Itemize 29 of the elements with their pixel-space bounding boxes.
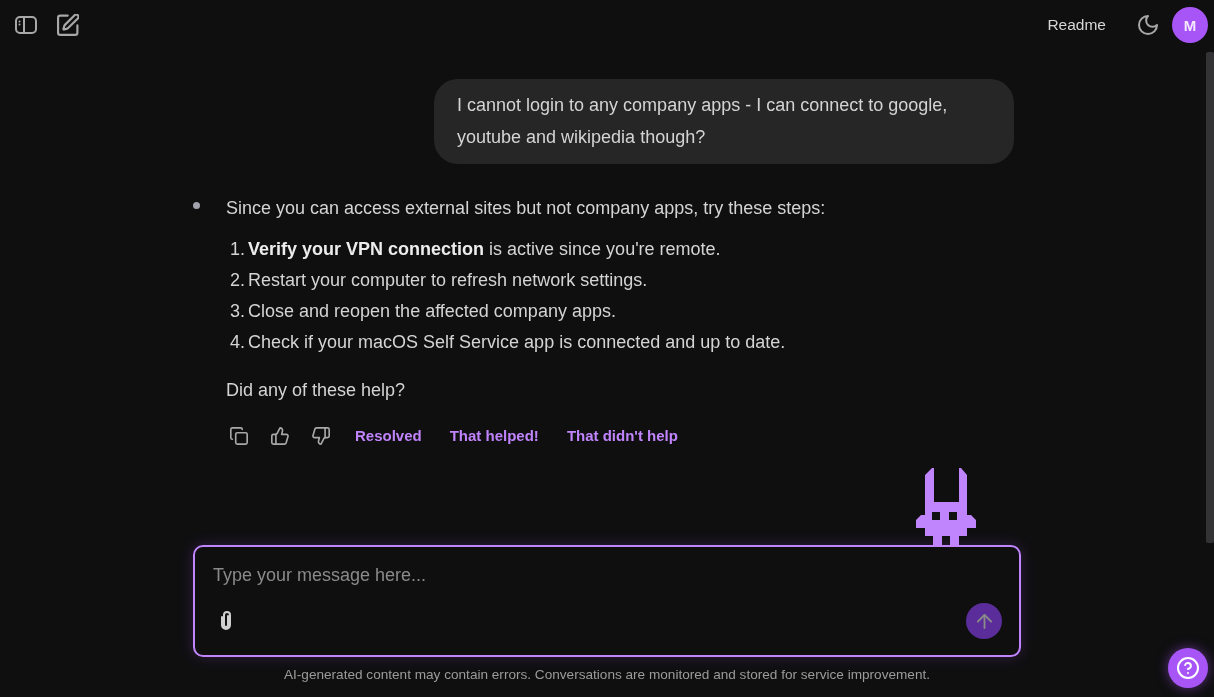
step-number: 4.	[230, 331, 245, 354]
thumbs-down-icon	[312, 427, 330, 445]
thumbs-up-icon	[271, 427, 289, 445]
step-text: Restart your computer to refresh network settings.	[248, 269, 648, 292]
help-icon	[1177, 657, 1199, 679]
disclaimer-text: AI-generated content may contain errors. Conversations are monitored and stored for service improvement.	[284, 666, 930, 684]
moon-icon	[1138, 15, 1158, 35]
step-text: Check if your macOS Self Service app is connected and up to date.	[248, 331, 786, 354]
step-number: 2.	[230, 269, 245, 292]
readme-link[interactable]: Readme	[1039, 10, 1114, 40]
message-input[interactable]: Type your message here...	[213, 563, 1002, 587]
scrollbar-thumb[interactable]	[1206, 52, 1214, 543]
help-button[interactable]	[1168, 648, 1208, 688]
step-text: Close and reopen the affected company apps.	[248, 300, 616, 323]
step-text: Verify your VPN connection is active since you're remote.	[248, 238, 721, 261]
feedback-option-link[interactable]: That helped!	[449, 425, 539, 447]
edit-icon	[57, 14, 79, 36]
step-number: 1.	[230, 238, 245, 261]
new-chat-button[interactable]	[54, 11, 82, 39]
copy-icon	[230, 427, 248, 445]
sidebar-icon	[15, 14, 37, 36]
assistant-message-text: Since you can access external sites but not company apps, try these steps:	[226, 197, 826, 220]
assistant-question-text: Did any of these help?	[226, 379, 407, 402]
paperclip-icon	[219, 610, 233, 632]
assistant-dot-icon	[193, 202, 200, 209]
step-number: 3.	[230, 300, 245, 323]
user-message-bubble: I cannot login to any company apps - I can connect to google, youtube and wikipedia though?	[434, 79, 1014, 164]
feedback-option-link[interactable]: Resolved	[355, 425, 422, 447]
feedback-option-link[interactable]: That didn't help	[566, 425, 678, 447]
